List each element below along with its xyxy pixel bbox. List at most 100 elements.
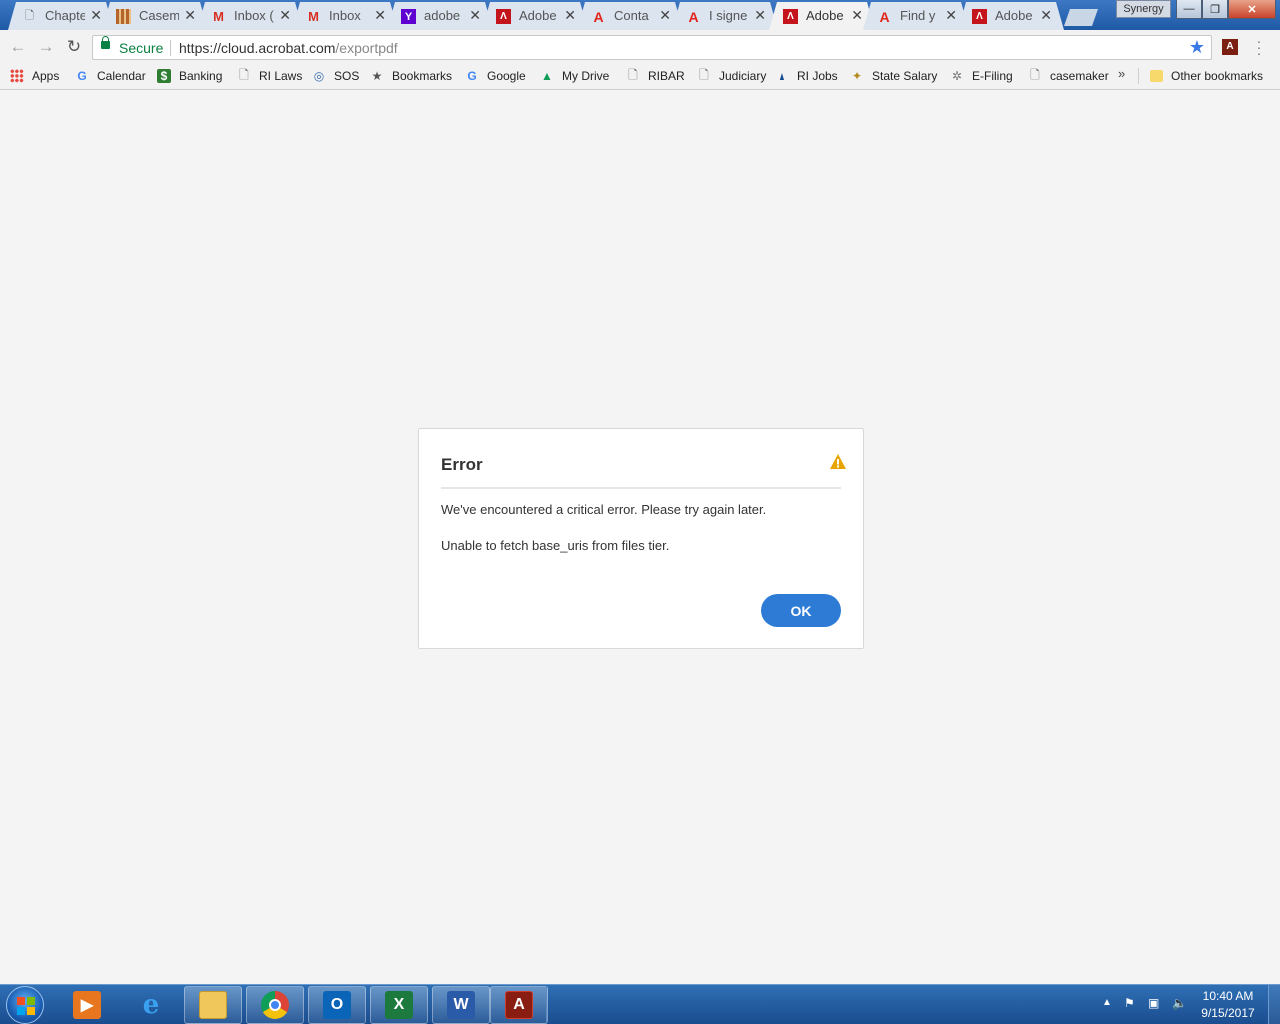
taskbar-outlook[interactable]: O (308, 986, 366, 1024)
bookmark-item[interactable]: G Calendar (75, 67, 146, 85)
bookmark-item[interactable]: G Google (465, 67, 525, 85)
clock-time[interactable]: 10:40 AM (1196, 989, 1260, 1003)
url-domain: https://cloud.acrobat.com (179, 40, 336, 56)
bookmark-item[interactable]: 🗋 casemaker (1028, 67, 1109, 85)
bookmark-label: Banking (179, 69, 223, 83)
bookmark-label: Calendar (97, 69, 146, 83)
close-window-button[interactable]: ✕ (1228, 0, 1276, 19)
close-tab-icon[interactable]: ✕ (184, 7, 196, 24)
browser-tab[interactable]: 🗋 Chapte ✕ (8, 2, 114, 30)
show-desktop-button[interactable] (1268, 985, 1280, 1024)
back-button[interactable]: ← (7, 36, 29, 58)
bookmark-item[interactable]: $ Banking (157, 67, 222, 85)
close-tab-icon[interactable]: ✕ (1040, 7, 1052, 24)
apps-grid-icon (10, 69, 24, 83)
tab-title: Inbox ( (234, 8, 274, 23)
forward-arrow-icon: → (37, 37, 55, 56)
media-player-icon: ▶ (73, 991, 101, 1019)
start-button[interactable] (6, 986, 44, 1024)
tab-title: Inbox (329, 8, 361, 23)
star-icon: ★ (371, 69, 383, 83)
taskbar-separator (546, 986, 552, 1024)
bookmark-label: Judiciary (719, 69, 767, 83)
browser-tab[interactable]: M Inbox ( ✕ (197, 2, 303, 30)
close-tab-icon[interactable]: ✕ (754, 7, 766, 24)
google-icon: G (467, 69, 477, 83)
chrome-icon (261, 991, 289, 1019)
bookmark-item[interactable]: 🗋 Judiciary (697, 67, 766, 85)
bookmark-label: RIBAR (648, 69, 685, 83)
bookmark-item[interactable]: ★ Bookmarks (370, 67, 452, 85)
sail-icon: ▲ (778, 69, 786, 83)
outlook-icon: O (323, 991, 351, 1019)
browser-tab[interactable]: A Conta ✕ (577, 2, 683, 30)
browser-tab[interactable]: Casem ✕ (102, 2, 208, 30)
chrome-menu-icon[interactable]: · · · (1256, 34, 1262, 60)
file-explorer-icon (199, 991, 227, 1019)
close-tab-icon[interactable]: ✕ (945, 7, 957, 24)
taskbar-internet-explorer[interactable]: e (122, 986, 180, 1024)
close-tab-icon[interactable]: ✕ (279, 7, 291, 24)
profile-button[interactable]: Synergy (1116, 0, 1171, 18)
taskbar-media-player[interactable]: ▶ (58, 986, 116, 1024)
tab-title: Adobe (995, 8, 1033, 23)
close-tab-icon[interactable]: ✕ (90, 7, 102, 24)
adobe-icon: A (879, 8, 890, 25)
browser-tab[interactable]: Λ Adobe ✕ (769, 2, 875, 30)
other-bookmarks[interactable]: Other bookmarks (1150, 67, 1263, 85)
forward-button[interactable]: → (35, 36, 57, 58)
bookmark-label: Apps (32, 69, 60, 83)
reload-button[interactable]: ↻ (63, 36, 85, 58)
taskbar-chrome[interactable] (246, 986, 304, 1024)
taskbar-file-explorer[interactable] (184, 986, 242, 1024)
bookmark-item[interactable]: ▲ RI Jobs (775, 67, 837, 85)
action-center-flag-icon[interactable]: ⚑ (1124, 996, 1135, 1010)
bookmark-item[interactable]: ✦ State Salary (850, 67, 937, 85)
acrobat-extension-icon[interactable]: A (1222, 39, 1238, 55)
adobe-pdf-icon: Λ (496, 9, 511, 24)
browser-tab[interactable]: M Inbox ✕ (292, 2, 398, 30)
volume-icon[interactable]: 🔈 (1172, 996, 1187, 1010)
bookmark-item[interactable]: Apps (10, 67, 59, 85)
bookmarks-bar: Apps G Calendar $ Banking 🗋 RI Laws ◎ SOS ★ Bookma… (0, 63, 1280, 90)
url-text[interactable]: https://cloud.acrobat.com/exportpdf (179, 40, 398, 56)
taskbar-word[interactable]: W (432, 986, 490, 1024)
word-icon: W (447, 991, 475, 1019)
taskbar-acrobat[interactable]: A (490, 986, 548, 1024)
taskbar-excel[interactable]: X (370, 986, 428, 1024)
bookmark-item[interactable]: ✲ E-Filing (950, 67, 1013, 85)
browser-tab[interactable]: Yadobe ✕ (387, 2, 493, 30)
browser-tab[interactable]: Λ Adobe ✕ (958, 2, 1064, 30)
browser-tab[interactable]: Λ Adobe ✕ (482, 2, 588, 30)
address-bar[interactable]: Secure https://cloud.acrobat.com/exportp… (92, 35, 1212, 60)
page-icon: 🗋 (239, 67, 249, 82)
close-tab-icon[interactable]: ✕ (564, 7, 576, 24)
restore-button[interactable]: ❐ (1202, 0, 1228, 19)
bookmark-item[interactable]: ◎ SOS (312, 67, 360, 85)
badge-icon: ✦ (851, 69, 863, 83)
url-path: /exportpdf (335, 40, 398, 56)
new-tab-button[interactable] (1064, 9, 1098, 26)
close-tab-icon[interactable]: ✕ (469, 7, 481, 24)
efiling-icon: ✲ (951, 69, 963, 83)
show-hidden-icons-button[interactable]: ▲ (1102, 997, 1112, 1008)
bookmarks-overflow-button[interactable]: » (1118, 66, 1125, 81)
gmail-icon: M (213, 9, 224, 24)
bookmark-item[interactable]: 🗋 RIBAR (626, 67, 685, 85)
bookmark-star-icon[interactable]: ★ (1189, 37, 1205, 58)
bookmark-item[interactable]: 🗋 RI Laws (237, 67, 302, 85)
minimize-button[interactable]: — (1176, 0, 1202, 19)
close-tab-icon[interactable]: ✕ (851, 7, 863, 24)
dollar-icon: $ (157, 69, 171, 83)
bookmark-item[interactable]: ▲ My Drive (540, 67, 609, 85)
warning-icon (830, 454, 846, 469)
close-tab-icon[interactable]: ✕ (659, 7, 671, 24)
internet-explorer-icon: e (142, 990, 160, 1020)
ok-button[interactable]: OK (761, 594, 841, 627)
clock-date[interactable]: 9/15/2017 (1196, 1006, 1260, 1020)
network-icon[interactable]: ▣ (1148, 996, 1159, 1010)
browser-tab[interactable]: A I signe ✕ (672, 2, 778, 30)
doc-icon: 🗋 (25, 10, 34, 22)
close-tab-icon[interactable]: ✕ (374, 7, 386, 24)
browser-tab[interactable]: A Find y ✕ (863, 2, 969, 30)
